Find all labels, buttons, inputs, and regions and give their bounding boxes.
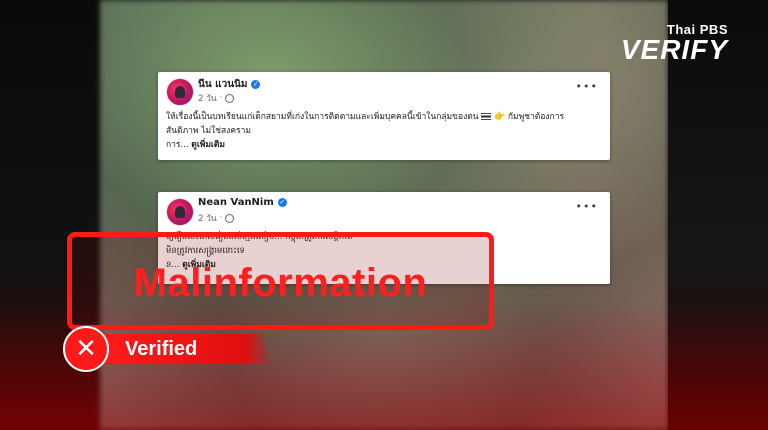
- verification-graphic: Thai PBS VERIFY นีน แวนนิม ✓ 2 วัน · •••…: [0, 0, 768, 430]
- post-author[interactable]: นีน แวนนิม: [198, 77, 247, 92]
- more-options-icon[interactable]: •••: [576, 200, 598, 213]
- brand-big-text: VERIFY: [620, 34, 728, 65]
- post-author-row: นีน แวนนิม ✓: [198, 77, 261, 92]
- avatar[interactable]: [166, 78, 194, 106]
- post-author[interactable]: Nean VanNim: [198, 197, 274, 208]
- verified-badge-icon: ✓: [251, 80, 261, 89]
- malinformation-stamp: Malinformation: [67, 232, 494, 330]
- verdict-badge: ✕ Verified: [63, 325, 272, 373]
- post-meta: 2 วัน ·: [198, 91, 235, 105]
- stamp-label: Malinformation: [133, 261, 428, 305]
- globe-icon: [225, 93, 235, 103]
- pointing-hand-icon: 👉: [493, 112, 506, 122]
- thai-flag-icon: [481, 113, 492, 120]
- post-body-line1-tail: กัมพูชาต้องการ: [507, 112, 565, 122]
- post-body-line2: สันติภาพ ไม่ใช่สงคราม: [166, 126, 251, 136]
- post-author-row: Nean VanNim ✓: [198, 197, 287, 208]
- more-options-icon[interactable]: •••: [576, 80, 598, 93]
- avatar[interactable]: [166, 198, 194, 226]
- post-prefix: การ...: [166, 140, 189, 150]
- globe-icon: [225, 213, 235, 223]
- thaipbs-verify-logo: Thai PBS VERIFY: [620, 22, 728, 65]
- post-time[interactable]: 2 วัน: [198, 91, 217, 105]
- post-body-line1: ให้เรื่องนี้เป็นบทเรียนแก่เด็กสยามที่เก่…: [166, 112, 479, 122]
- post-body: ให้เรื่องนี้เป็นบทเรียนแก่เด็กสยามที่เก่…: [166, 110, 604, 152]
- post-time[interactable]: 2 วัน: [198, 211, 217, 225]
- post-meta: 2 วัน ·: [198, 211, 235, 225]
- facebook-post-thai: นีน แวนนิม ✓ 2 วัน · ••• ให้เรื่องนี้เป็…: [158, 72, 610, 160]
- verdict-label: Verified: [125, 337, 198, 360]
- verified-badge-icon: ✓: [277, 198, 287, 207]
- see-more-link[interactable]: ดูเพิ่มเติม: [191, 140, 225, 150]
- x-icon: ✕: [63, 326, 109, 372]
- verdict-bar: Verified: [97, 334, 272, 364]
